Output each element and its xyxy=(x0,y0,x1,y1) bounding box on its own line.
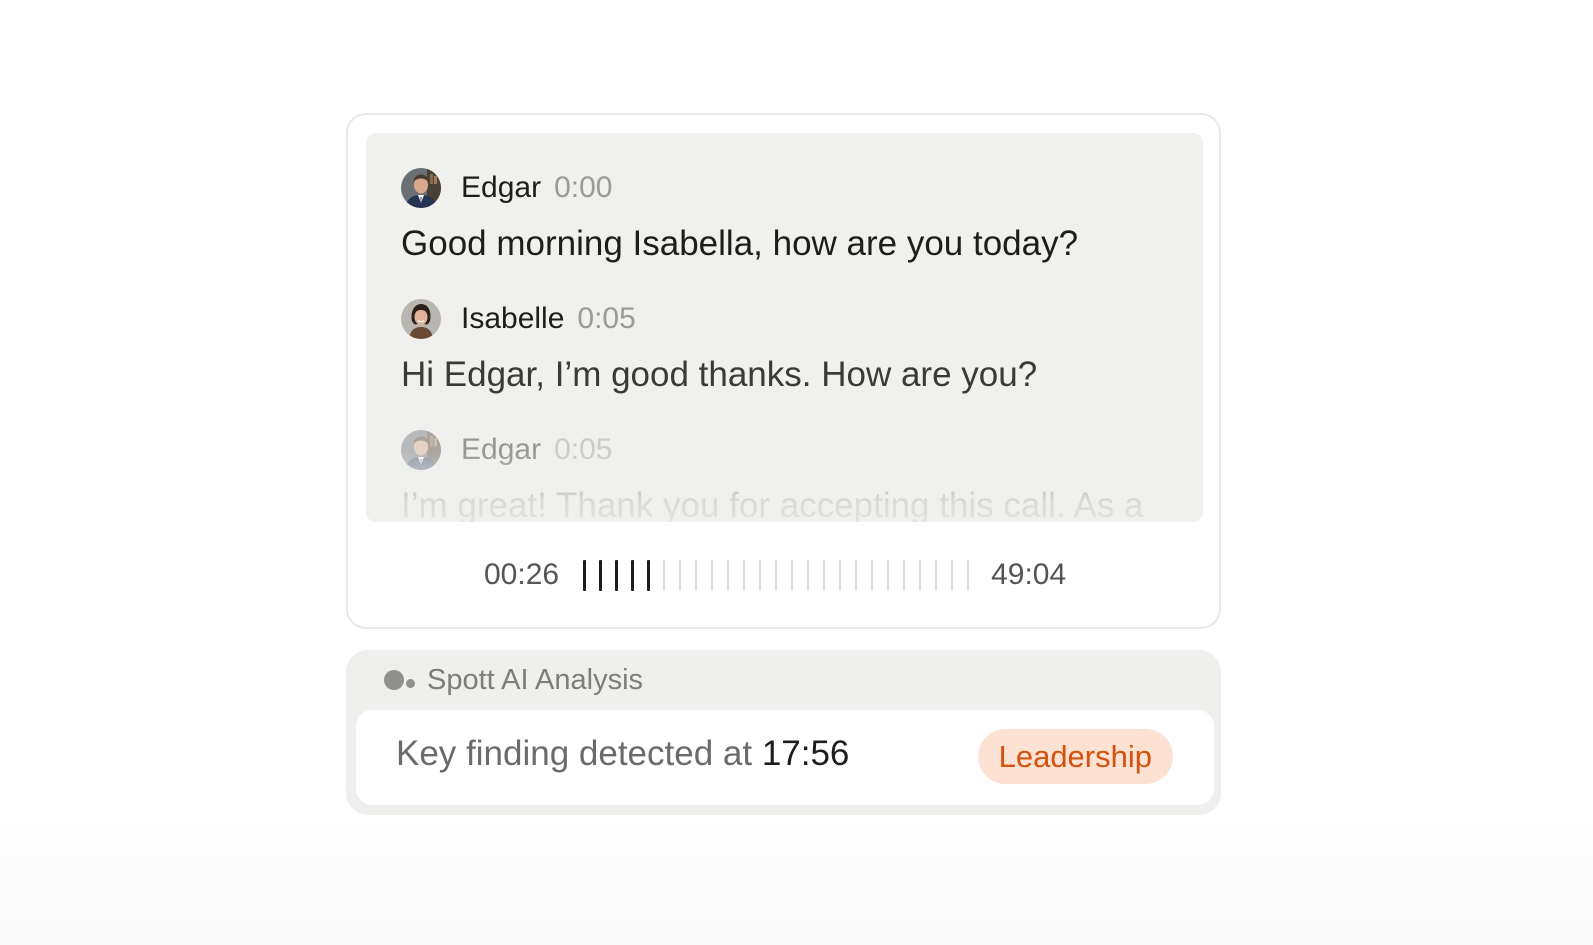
message-timestamp[interactable]: 0:00 xyxy=(554,171,612,205)
finding-timestamp[interactable]: 17:56 xyxy=(762,734,850,773)
playback-waveform[interactable] xyxy=(583,557,970,593)
waveform-bar[interactable] xyxy=(743,559,746,591)
waveform-bar[interactable] xyxy=(967,559,970,591)
audio-player: 00:26 49:04 xyxy=(484,555,1066,595)
transcript-panel[interactable]: Edgar 0:00 Good morning Isabella, how ar… xyxy=(366,133,1203,522)
waveform-bar[interactable] xyxy=(855,559,858,591)
waveform-bar[interactable] xyxy=(839,559,842,591)
waveform-bar[interactable] xyxy=(711,559,714,591)
waveform-bar-played[interactable] xyxy=(599,559,603,591)
transcript-message: Edgar 0:05 I’m great! Thank you for acce… xyxy=(401,429,1183,522)
analysis-header: Spott AI Analysis xyxy=(384,662,643,698)
leadership-tag[interactable]: Leadership xyxy=(977,729,1173,784)
analysis-title: Spott AI Analysis xyxy=(427,663,644,696)
waveform-bar-played[interactable] xyxy=(647,559,651,591)
waveform-bar[interactable] xyxy=(935,559,938,591)
waveform-bar[interactable] xyxy=(951,559,954,591)
waveform-bar[interactable] xyxy=(695,559,698,591)
transcript-message: Edgar 0:00 Good morning Isabella, how ar… xyxy=(401,167,1183,264)
waveform-bar-played[interactable] xyxy=(583,559,587,591)
waveform-bar[interactable] xyxy=(823,559,826,591)
ai-analysis-card: Spott AI Analysis Key finding detected a… xyxy=(346,650,1221,815)
waveform-bar[interactable] xyxy=(679,559,682,591)
speaker-name: Isabelle xyxy=(461,301,565,335)
ai-dots-icon xyxy=(384,668,417,692)
message-text: Good morning Isabella, how are you today… xyxy=(401,224,1079,263)
waveform-bar-played[interactable] xyxy=(615,559,619,591)
waveform-bar[interactable] xyxy=(871,559,874,591)
waveform-bar[interactable] xyxy=(663,559,666,591)
finding-label: Key finding detected at xyxy=(396,734,762,773)
current-time: 00:26 xyxy=(484,558,560,591)
speaker-row: Isabelle 0:05 xyxy=(401,298,1183,339)
waveform-bar[interactable] xyxy=(791,559,794,591)
woman-portrait-avatar xyxy=(401,298,441,339)
speaker-name: Edgar xyxy=(461,432,542,466)
message-text: I’m great! Thank you for accepting this … xyxy=(401,486,1144,522)
man-portrait-avatar xyxy=(401,167,441,208)
man-portrait-avatar xyxy=(401,429,441,470)
waveform-bar[interactable] xyxy=(775,559,778,591)
waveform-bar[interactable] xyxy=(759,559,762,591)
waveform-bar[interactable] xyxy=(887,559,890,591)
key-finding[interactable]: Key finding detected at 17:56 Leadership xyxy=(356,710,1214,805)
message-text: Hi Edgar, I’m good thanks. How are you? xyxy=(401,355,1038,394)
speaker-row: Edgar 0:00 xyxy=(401,167,1183,208)
message-timestamp[interactable]: 0:05 xyxy=(577,302,635,336)
total-duration: 49:04 xyxy=(991,558,1067,591)
transcript-message: Isabelle 0:05 Hi Edgar, I’m good thanks.… xyxy=(401,298,1183,395)
message-timestamp[interactable]: 0:05 xyxy=(554,433,612,467)
speaker-name: Edgar xyxy=(461,170,542,204)
waveform-bar[interactable] xyxy=(727,559,730,591)
waveform-bar[interactable] xyxy=(807,559,810,591)
waveform-bar[interactable] xyxy=(919,559,922,591)
transcript-card: Edgar 0:00 Good morning Isabella, how ar… xyxy=(346,113,1221,629)
finding-text: Key finding detected at 17:56 xyxy=(396,734,849,774)
waveform-bar[interactable] xyxy=(903,559,906,591)
speaker-row: Edgar 0:05 xyxy=(401,429,1183,470)
waveform-bar-played[interactable] xyxy=(631,559,635,591)
